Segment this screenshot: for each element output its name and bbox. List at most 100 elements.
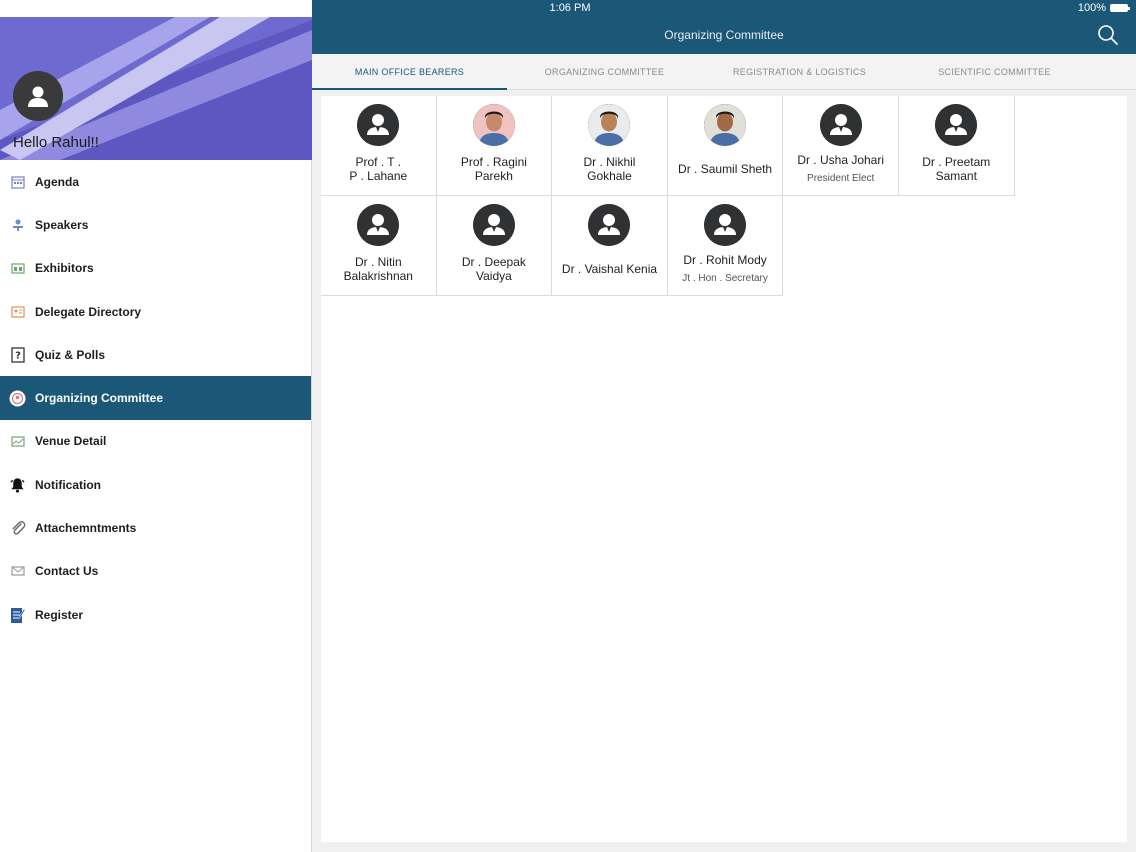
directory-icon — [9, 303, 26, 320]
calendar-icon — [9, 173, 26, 190]
bell-icon — [9, 476, 26, 493]
member-card[interactable]: Dr . Deepak Vaidya — [436, 196, 553, 296]
battery-indicator: 100% — [1077, 2, 1130, 14]
exhibitor-icon — [9, 260, 26, 277]
greeting: Hello Rahul!! — [13, 134, 99, 151]
member-role: Jt . Hon . Secretary — [682, 273, 768, 284]
sidebar-item-label: Quiz & Polls — [35, 347, 106, 362]
member-info: Dr . Nitin Balakrishnan — [321, 246, 436, 295]
person-placeholder-icon — [357, 204, 400, 246]
avatar — [935, 104, 978, 146]
member-photo — [588, 104, 631, 146]
member-info: Dr . Vaishal Kenia — [552, 246, 667, 295]
tab-registration-logistics[interactable]: REGISTRATION & LOGISTICS — [702, 54, 897, 90]
member-name: Dr . Vaishal Kenia — [561, 261, 658, 276]
member-photo — [704, 104, 747, 146]
member-card[interactable]: Dr . Saumil Sheth — [667, 96, 784, 196]
sidebar-item-label: Exhibitors — [35, 261, 94, 276]
search-icon — [1098, 25, 1118, 45]
status-time: 1:06 PM — [549, 2, 591, 14]
person-placeholder-icon — [588, 204, 631, 246]
sidebar-item-register[interactable]: Register — [0, 593, 311, 636]
person-placeholder-icon — [819, 104, 862, 146]
members-panel: Prof . T . P . Lahane Prof . Ragini Pare… — [321, 96, 1127, 842]
person-placeholder-icon — [357, 104, 400, 146]
person-placeholder-icon — [704, 204, 747, 246]
user-icon — [28, 86, 48, 107]
sidebar-item-speakers[interactable]: Speakers — [0, 203, 311, 246]
tab-organizing-committee[interactable]: ORGANIZING COMMITTEE — [507, 54, 702, 90]
member-info: Dr . Saumil Sheth — [668, 146, 783, 195]
members-grid: Prof . T . P . Lahane Prof . Ragini Pare… — [321, 96, 1127, 296]
sidebar-item-label: Speakers — [35, 217, 89, 232]
user-avatar[interactable] — [13, 71, 63, 121]
member-card[interactable]: Dr . Vaishal Kenia — [552, 196, 668, 296]
sidebar: Hello Rahul!! Agenda Speakers Exhibitors De… — [0, 0, 312, 852]
profile-header: Hello Rahul!! — [0, 0, 312, 160]
quiz-icon: ? — [9, 346, 26, 363]
member-info: Dr . Deepak Vaidya — [437, 246, 552, 295]
sidebar-item-delegate-directory[interactable]: Delegate Directory — [0, 290, 311, 333]
tab-scientific-committee[interactable]: SCIENTIFIC COMMITTEE — [897, 54, 1092, 90]
sidebar-item-agenda[interactable]: Agenda — [0, 160, 311, 203]
sidebar-item-notification[interactable]: Notification — [0, 463, 311, 506]
sidebar-item-label: Register — [35, 607, 84, 622]
member-photo — [472, 104, 515, 146]
member-name: Dr . Nitin Balakrishnan — [343, 254, 413, 283]
member-card[interactable]: Dr . Usha Johari President Elect — [783, 96, 899, 196]
paperclip-icon — [9, 520, 26, 537]
venue-icon — [9, 433, 26, 450]
sidebar-item-label: Organizing Committee — [35, 391, 164, 406]
sidebar-item-organizing-committee[interactable]: Organizing Committee — [0, 376, 311, 420]
member-card[interactable]: Prof . T . P . Lahane — [321, 96, 437, 196]
avatar — [819, 104, 862, 146]
avatar — [704, 204, 747, 246]
member-info: Prof . Ragini Parekh — [437, 146, 552, 195]
sidebar-item-exhibitors[interactable]: Exhibitors — [0, 247, 311, 290]
avatar — [357, 204, 400, 246]
member-role: President Elect — [807, 173, 875, 184]
avatar — [357, 104, 400, 146]
search-button[interactable] — [1097, 24, 1119, 46]
member-name: Dr . Deepak Vaidya — [461, 254, 526, 283]
main-content: Prof . T . P . Lahane Prof . Ragini Pare… — [312, 90, 1136, 852]
member-card[interactable]: Prof . Ragini Parekh — [436, 96, 553, 196]
member-info: Dr . Nikhil Gokhale — [552, 146, 667, 195]
battery-icon — [1110, 4, 1130, 12]
member-name: Prof . Ragini Parekh — [460, 154, 527, 183]
member-name: Dr . Nikhil Gokhale — [583, 154, 636, 183]
member-info: Dr . Usha Johari President Elect — [783, 146, 898, 195]
tab-main-office-bearers[interactable]: MAIN OFFICE BEARERS — [312, 54, 507, 91]
sidebar-item-venue-detail[interactable]: Venue Detail — [0, 420, 311, 463]
register-icon — [9, 606, 26, 623]
member-name: Dr . Rohit Mody — [683, 253, 767, 267]
member-photo — [472, 104, 515, 146]
sidebar-item-quiz-polls[interactable]: ? Quiz & Polls — [0, 333, 311, 376]
sidebar-item-attachemntments[interactable]: Attachemntments — [0, 506, 311, 549]
svg-text:?: ? — [15, 350, 21, 361]
avatar — [472, 204, 515, 246]
person-placeholder-icon — [472, 204, 515, 246]
member-name: Dr . Usha Johari — [797, 153, 885, 167]
member-card[interactable]: Dr . Nitin Balakrishnan — [321, 196, 437, 296]
tab-bar: MAIN OFFICE BEARERS ORGANIZING COMMITTEE R… — [312, 54, 1136, 91]
member-name: Dr . Preetam Samant — [922, 154, 991, 183]
member-name: Dr . Saumil Sheth — [678, 161, 773, 176]
member-card[interactable]: Dr . Preetam Samant — [898, 96, 1015, 196]
member-info: Prof . T . P . Lahane — [321, 146, 436, 195]
member-card[interactable]: Dr . Nikhil Gokhale — [552, 96, 668, 196]
sidebar-item-label: Attachemntments — [35, 521, 137, 536]
battery-percent: 100% — [1077, 2, 1106, 14]
sidebar-item-label: Delegate Directory — [35, 304, 142, 319]
member-info: Dr . Rohit Mody Jt . Hon . Secretary — [668, 246, 783, 295]
sidebar-item-contact-us[interactable]: Contact Us — [0, 550, 311, 593]
sidebar-item-label: Agenda — [35, 174, 80, 189]
avatar — [588, 204, 631, 246]
nav-bar: Organizing Committee — [312, 17, 1136, 54]
sidebar-item-label: Contact Us — [35, 564, 99, 579]
member-card[interactable]: Dr . Rohit Mody Jt . Hon . Secretary — [667, 196, 784, 296]
member-photo — [588, 104, 631, 146]
person-placeholder-icon — [935, 104, 978, 146]
mail-icon — [9, 563, 26, 580]
sidebar-item-label: Venue Detail — [35, 434, 107, 449]
